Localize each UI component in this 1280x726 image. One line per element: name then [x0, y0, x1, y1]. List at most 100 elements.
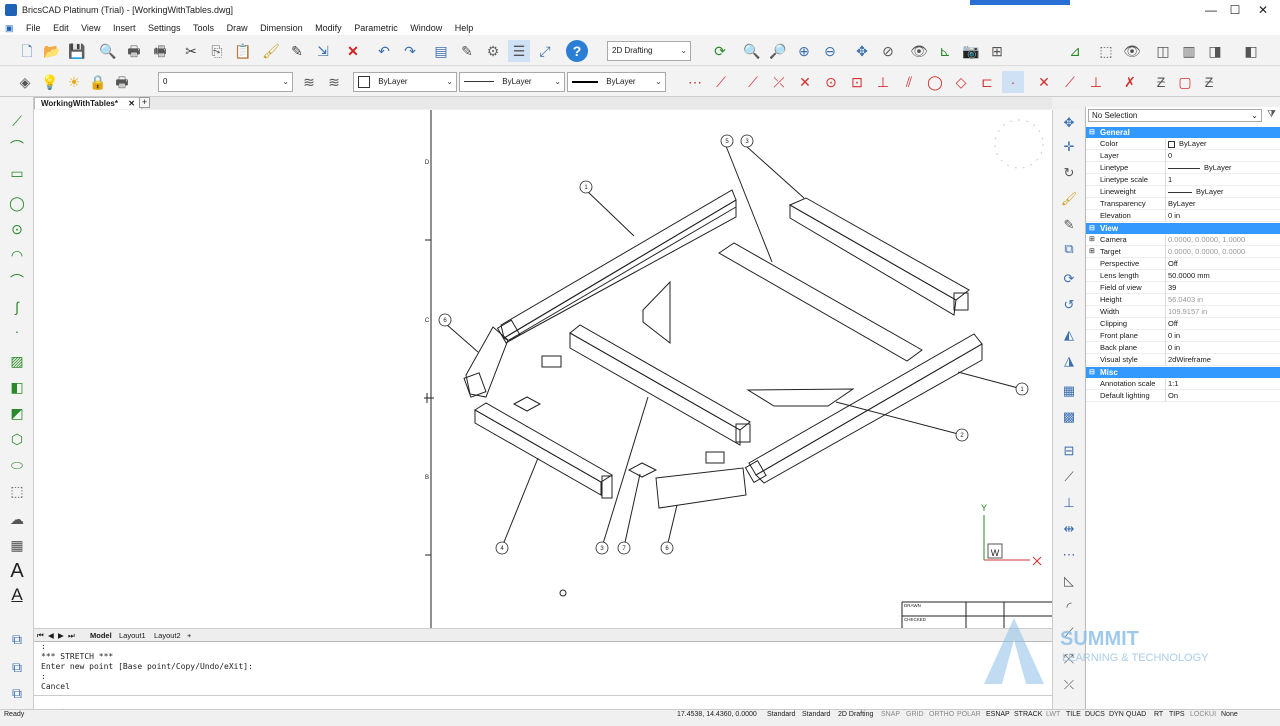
print-preview-icon[interactable]: 🔍: [97, 40, 119, 62]
section-misc[interactable]: Misc: [1086, 367, 1280, 378]
copy-icon[interactable]: ⎘: [206, 40, 228, 62]
menu-modify[interactable]: Modify: [310, 21, 347, 35]
snap-square-icon[interactable]: ▢: [1174, 71, 1196, 93]
undo-icon[interactable]: ↶: [373, 40, 395, 62]
cascade-icon[interactable]: ◨: [1204, 40, 1226, 62]
status-grid[interactable]: GRID: [906, 710, 924, 720]
menu-window[interactable]: Window: [405, 21, 447, 35]
eyedropper-icon[interactable]: ✎: [1057, 214, 1081, 236]
viewport-icon[interactable]: ⧉: [6, 629, 28, 649]
status-tips[interactable]: TIPS: [1169, 710, 1185, 720]
print-icon[interactable]: 🖶: [123, 40, 145, 62]
status-dim-style[interactable]: Standard: [802, 710, 830, 720]
boundary-icon[interactable]: ◩: [6, 403, 28, 423]
delete-icon[interactable]: ✕: [342, 40, 364, 62]
snap-clear-icon[interactable]: ✗: [1119, 71, 1141, 93]
window-drag-handle[interactable]: [970, 0, 1070, 5]
zoom-out-icon[interactable]: 🔎: [767, 40, 789, 62]
open-folder-icon[interactable]: 📂: [41, 40, 63, 62]
line-icon[interactable]: ⋯: [684, 71, 706, 93]
drawing-svg[interactable]: 5 3 1 6 1 2 4 3 7 6 D C B Y W DRAWN CHEC…: [34, 110, 1052, 628]
ucs-world-icon[interactable]: ⊿: [1064, 40, 1086, 62]
menu-insert[interactable]: Insert: [108, 21, 141, 35]
orbit-icon[interactable]: ⟳: [1057, 268, 1081, 290]
status-none[interactable]: None: [1221, 710, 1238, 720]
prop-row[interactable]: Default lighting On: [1086, 390, 1280, 402]
mirror3d-icon[interactable]: ◮: [1057, 350, 1081, 372]
save-icon[interactable]: 💾: [66, 40, 88, 62]
orbit-icon[interactable]: ⊘: [877, 40, 899, 62]
plot-icon[interactable]: 🖶: [111, 71, 133, 93]
status-text-style[interactable]: Standard: [767, 710, 795, 720]
settings-gear-icon[interactable]: ⚙: [482, 40, 504, 62]
redo-icon[interactable]: ↷: [399, 40, 421, 62]
snap-center-icon[interactable]: ⊙: [820, 71, 842, 93]
match-icon[interactable]: 🖌: [1057, 188, 1081, 210]
snap-node-icon[interactable]: ⊡: [846, 71, 868, 93]
ucs-icon[interactable]: ⊾: [934, 40, 956, 62]
add-tab-button[interactable]: +: [139, 97, 150, 108]
spline-icon[interactable]: ∫: [6, 297, 28, 317]
properties-icon[interactable]: ☰: [508, 40, 530, 62]
status-snap[interactable]: SNAP: [881, 710, 900, 720]
tile-icon[interactable]: ▥: [1178, 40, 1200, 62]
status-ducs[interactable]: DUCS: [1085, 710, 1105, 720]
tab-last-icon[interactable]: ⏭: [68, 630, 75, 641]
array-polar-icon[interactable]: ▩: [1057, 406, 1081, 428]
gradient-icon[interactable]: ⬡: [6, 429, 28, 449]
drawing-explorer-icon[interactable]: ✎: [456, 40, 478, 62]
prop-row[interactable]: Field of view 39: [1086, 282, 1280, 294]
command-input[interactable]: :: [34, 695, 1052, 715]
viewport2-icon[interactable]: ⧉: [6, 657, 28, 677]
prop-row[interactable]: Clipping Off: [1086, 318, 1280, 330]
prop-row[interactable]: Visual style 2dWireframe: [1086, 354, 1280, 366]
prop-row[interactable]: Height 56.0403 in: [1086, 294, 1280, 306]
tab-first-icon[interactable]: ⏮: [37, 630, 44, 641]
stretch-icon[interactable]: ⇹: [1057, 518, 1081, 540]
tab-model[interactable]: Model: [90, 630, 112, 641]
publish-icon[interactable]: 🖷: [149, 40, 171, 62]
offset-icon[interactable]: ⤫: [1057, 674, 1081, 696]
snap-perpendicular-icon[interactable]: ⊥: [872, 71, 894, 93]
status-strack[interactable]: STRACK: [1014, 710, 1042, 720]
help-icon[interactable]: ?: [566, 40, 588, 62]
prop-row[interactable]: Layer 0: [1086, 150, 1280, 162]
arc-icon[interactable]: ◠: [6, 245, 28, 265]
layer-match-icon[interactable]: ≋: [323, 71, 345, 93]
hatch-icon[interactable]: ▨: [6, 351, 28, 371]
snap-extension-icon[interactable]: ⊥: [1085, 71, 1107, 93]
prop-row[interactable]: ⊞ Camera 0.0000, 0.0000, 1.0000: [1086, 234, 1280, 246]
menu-view[interactable]: View: [76, 21, 105, 35]
snap-minus-z-icon[interactable]: Ƶ: [1198, 71, 1220, 93]
prop-row[interactable]: Perspective Off: [1086, 258, 1280, 270]
menu-help[interactable]: Help: [450, 21, 479, 35]
window-arrange-icon[interactable]: ◧: [1240, 40, 1262, 62]
drawing-canvas[interactable]: 5 3 1 6 1 2 4 3 7 6 D C B Y W DRAWN CHEC…: [34, 110, 1052, 628]
status-polar[interactable]: POLAR: [957, 710, 981, 720]
status-rt[interactable]: RT: [1154, 710, 1163, 720]
box-3d-icon[interactable]: ⬚: [1095, 40, 1117, 62]
prop-row[interactable]: Width 109.9157 in: [1086, 306, 1280, 318]
status-quad[interactable]: QUAD: [1126, 710, 1146, 720]
section-view[interactable]: View: [1086, 223, 1280, 234]
paste-icon[interactable]: 📋: [232, 40, 254, 62]
prop-row[interactable]: Linetype scale 1: [1086, 174, 1280, 186]
zoom-extents-icon[interactable]: ⊖: [819, 40, 841, 62]
array-icon[interactable]: ▦: [1057, 380, 1081, 402]
close-icon[interactable]: ✕: [128, 99, 135, 108]
layer-manager-icon[interactable]: ▤: [430, 40, 452, 62]
point-icon[interactable]: ·: [6, 321, 28, 341]
rotate-icon[interactable]: ↻: [1057, 162, 1081, 184]
pick-style-icon[interactable]: ✎: [286, 40, 308, 62]
prop-row[interactable]: ⊞ Target 0.0000, 0.0000, 0.0000: [1086, 246, 1280, 258]
lock-icon[interactable]: 🔒: [87, 71, 109, 93]
move-icon[interactable]: ✛: [1057, 136, 1081, 158]
menu-edit[interactable]: Edit: [48, 21, 74, 35]
circle-3p-icon[interactable]: ⊙: [6, 219, 28, 239]
menu-parametric[interactable]: Parametric: [349, 21, 403, 35]
status-ortho[interactable]: ORTHO: [929, 710, 954, 720]
block-icon[interactable]: ⬚: [6, 481, 28, 501]
menu-file[interactable]: File: [21, 21, 46, 35]
circle-icon[interactable]: ◯: [6, 193, 28, 213]
fillet-icon[interactable]: ◜: [1057, 596, 1081, 618]
